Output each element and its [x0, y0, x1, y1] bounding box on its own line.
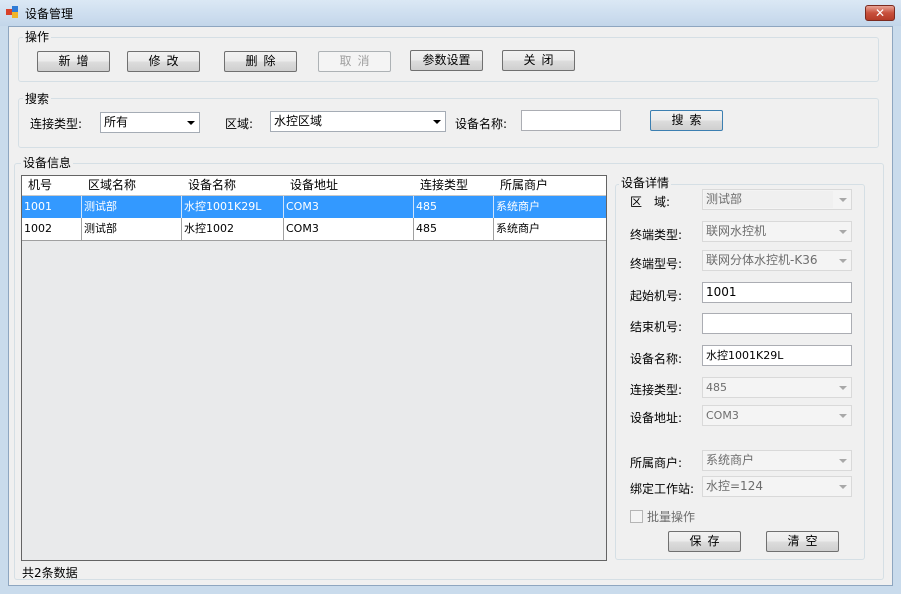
- column-header-device-name[interactable]: 设备名称: [182, 176, 284, 195]
- operations-group-label: 操作: [23, 28, 52, 45]
- chevron-down-icon: [839, 259, 847, 263]
- detail-device-name-label: 设备名称:: [630, 352, 683, 366]
- column-header-number[interactable]: 机号: [22, 176, 82, 195]
- start-number-input[interactable]: 1001: [702, 282, 852, 303]
- detail-connection-type-select[interactable]: 485: [702, 377, 852, 398]
- search-group-label: 搜索: [23, 90, 52, 107]
- column-header-area-name[interactable]: 区域名称: [82, 176, 182, 195]
- chevron-down-icon: [839, 459, 847, 463]
- detail-area-value: 测试部: [706, 192, 743, 206]
- detail-connection-type-label: 连接类型:: [630, 383, 683, 397]
- merchant-label: 所属商户:: [630, 456, 683, 470]
- close-button[interactable]: 关闭: [502, 50, 575, 71]
- chevron-down-icon: [839, 198, 847, 202]
- detail-area-label: 区 域:: [630, 195, 671, 209]
- title-bar: [0, 0, 901, 26]
- close-icon: ✕: [874, 6, 886, 20]
- table-cell: 1002: [22, 218, 82, 240]
- table-row[interactable]: 1001 测试部 水控1001K29L COM3 485 系统商户: [22, 196, 606, 218]
- search-button[interactable]: 搜索: [650, 110, 723, 131]
- table-cell: 485: [414, 218, 494, 240]
- area-value: 水控区域: [274, 114, 323, 128]
- device-name-label: 设备名称:: [455, 117, 508, 131]
- terminal-type-value: 联网水控机: [706, 224, 767, 238]
- chevron-down-icon: [839, 414, 847, 418]
- chevron-down-icon: [187, 121, 195, 125]
- delete-button[interactable]: 删除: [224, 51, 297, 72]
- detail-device-name-input[interactable]: 水控1001K29L: [702, 345, 852, 366]
- column-header-merchant[interactable]: 所属商户: [494, 176, 606, 195]
- detail-device-address-label: 设备地址:: [630, 411, 683, 425]
- table-cell: COM3: [284, 218, 414, 240]
- connection-type-select[interactable]: 所有: [100, 112, 200, 133]
- end-number-input[interactable]: [702, 313, 852, 334]
- workstation-select[interactable]: 水控=124: [702, 476, 852, 497]
- chevron-down-icon: [433, 120, 441, 124]
- batch-operation-checkbox[interactable]: [630, 510, 643, 523]
- batch-operation-label: 批量操作: [647, 510, 696, 524]
- detail-device-address-select[interactable]: COM3: [702, 405, 852, 426]
- add-button[interactable]: 新增: [37, 51, 110, 72]
- detail-device-address-value: COM3: [706, 409, 739, 422]
- chevron-down-icon: [839, 230, 847, 234]
- area-select[interactable]: 水控区域: [270, 111, 446, 132]
- table-cell: 1001: [22, 196, 82, 218]
- table-row[interactable]: 1002 测试部 水控1002 COM3 485 系统商户: [22, 218, 606, 241]
- device-name-search-input[interactable]: [521, 110, 621, 131]
- connection-type-label: 连接类型:: [30, 117, 83, 131]
- table-cell: 485: [414, 196, 494, 218]
- table-cell: 水控1002: [182, 218, 284, 240]
- table-cell: 系统商户: [496, 222, 540, 235]
- app-icon: [6, 6, 19, 19]
- connection-type-value: 所有: [104, 115, 129, 129]
- end-number-label: 结束机号:: [630, 320, 683, 334]
- cancel-button[interactable]: 取消: [318, 51, 391, 72]
- table-cell: 测试部: [82, 218, 182, 240]
- close-window-button[interactable]: ✕: [865, 5, 895, 21]
- terminal-type-label: 终端类型:: [630, 228, 683, 242]
- area-label: 区域:: [225, 117, 254, 131]
- device-details-group-label: 设备详情: [619, 174, 672, 191]
- merchant-value: 系统商户: [706, 453, 755, 467]
- merchant-select[interactable]: 系统商户: [702, 450, 852, 471]
- table-cell: 系统商户: [496, 200, 540, 213]
- terminal-model-select[interactable]: 联网分体水控机-K36: [702, 250, 852, 271]
- terminal-model-value: 联网分体水控机-K36: [706, 253, 818, 267]
- edit-button[interactable]: 修改: [127, 51, 200, 72]
- workstation-value: 水控=124: [706, 479, 763, 493]
- terminal-type-select[interactable]: 联网水控机: [702, 221, 852, 242]
- save-button[interactable]: 保存: [668, 531, 741, 552]
- chevron-down-icon: [839, 386, 847, 390]
- table-cell: 测试部: [82, 196, 182, 218]
- terminal-model-label: 终端型号:: [630, 257, 683, 271]
- record-count: 共2条数据: [22, 566, 78, 580]
- params-settings-button[interactable]: 参数设置: [410, 50, 483, 71]
- clear-button[interactable]: 清空: [766, 531, 839, 552]
- device-table[interactable]: 机号 区域名称 设备名称 设备地址 连接类型 所属商户 1001 测试部 水控1…: [21, 175, 607, 561]
- table-header: 机号 区域名称 设备名称 设备地址 连接类型 所属商户: [22, 176, 606, 196]
- detail-connection-type-value: 485: [706, 381, 727, 394]
- column-header-device-address[interactable]: 设备地址: [284, 176, 414, 195]
- column-header-connection-type[interactable]: 连接类型: [414, 176, 494, 195]
- start-number-label: 起始机号:: [630, 289, 683, 303]
- table-cell: COM3: [284, 196, 414, 218]
- detail-area-select[interactable]: 测试部: [702, 189, 852, 210]
- window-title: 设备管理: [25, 7, 74, 21]
- device-info-group-label: 设备信息: [21, 154, 74, 171]
- workstation-label: 绑定工作站:: [630, 482, 695, 496]
- chevron-down-icon: [839, 485, 847, 489]
- table-cell: 水控1001K29L: [182, 196, 284, 218]
